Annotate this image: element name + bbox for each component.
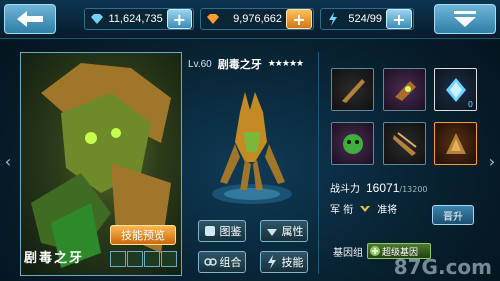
skill-icon-3[interactable] <box>144 251 160 267</box>
hero-name: 剧毒之牙 <box>24 251 85 266</box>
skills-button[interactable]: 技能 <box>260 251 308 273</box>
power-label: 战斗力 <box>330 184 360 195</box>
illustration-button[interactable]: 图鉴 <box>198 220 246 242</box>
equip-slot-2[interactable] <box>383 68 426 111</box>
promote-button[interactable]: 晋升 <box>432 205 474 225</box>
gem-resource: 9,976,662 + <box>200 8 314 30</box>
attributes-label: 属性 <box>281 225 304 238</box>
back-arrow-icon <box>17 11 43 27</box>
poison-skull-icon <box>342 133 363 154</box>
equip-slot-5[interactable] <box>383 122 426 165</box>
book-icon <box>204 226 215 236</box>
crystal-resource: 11,624,735 + <box>84 8 194 30</box>
next-hero-arrow[interactable]: › <box>486 150 498 172</box>
gauntlet-icon <box>394 80 416 101</box>
rank-label: 军 衔 <box>330 205 354 216</box>
energy-value: 524/99 <box>348 13 382 25</box>
hero-stars: ★★★★★ <box>267 59 304 69</box>
crystal-value: 11,624,735 <box>108 13 163 25</box>
lightning-icon <box>325 11 341 27</box>
skill-icon-1[interactable] <box>110 251 126 267</box>
hero-header: Lv.60 剧毒之牙 ★★★★★ <box>188 56 304 72</box>
watermark: 87G.com <box>393 255 492 279</box>
equip-slot-3[interactable]: 0 <box>434 68 477 111</box>
plus-circle-icon <box>370 246 380 256</box>
add-crystal-button[interactable]: + <box>166 9 192 29</box>
combo-button[interactable]: 组合 <box>198 251 246 273</box>
skills-label: 技能 <box>281 256 304 269</box>
panel-divider <box>318 52 319 274</box>
hero-level: Lv.60 <box>188 58 212 70</box>
add-gem-button[interactable]: + <box>286 9 312 29</box>
chevron-down-icon <box>454 11 476 27</box>
rank-value: 准将 <box>377 205 398 216</box>
hero-3d-model[interactable] <box>195 72 310 212</box>
add-energy-button[interactable]: + <box>386 9 412 29</box>
lightning-icon <box>267 255 276 269</box>
skill-preview-button[interactable]: 技能预览 <box>110 225 176 245</box>
crystal-shard-count: 0 <box>467 100 473 109</box>
equip-slot-6[interactable] <box>434 122 477 165</box>
energy-resource: 524/99 + <box>320 8 414 30</box>
menu-button[interactable] <box>434 4 496 34</box>
arrow-down-icon <box>266 229 277 236</box>
armor-plate-icon <box>445 132 466 154</box>
previous-hero-arrow[interactable]: ‹ <box>2 150 14 172</box>
back-button[interactable] <box>4 4 56 34</box>
chain-icon <box>203 258 217 266</box>
hero-title: 剧毒之牙 <box>217 58 262 71</box>
crystal-icon <box>89 11 105 27</box>
claw-weapon-icon <box>341 78 365 103</box>
equip-slot-4[interactable] <box>331 122 374 165</box>
gem-icon <box>205 11 221 27</box>
power-row: 战斗力 16071/13200 <box>330 180 475 195</box>
blade-claw-icon <box>392 131 417 156</box>
rank-badge-icon <box>360 205 371 212</box>
illustration-label: 图鉴 <box>219 225 242 238</box>
gene-label: 基因组 <box>333 247 363 259</box>
skill-icon-2[interactable] <box>127 251 143 267</box>
power-max: /13200 <box>399 185 428 194</box>
combo-label: 组合 <box>219 256 242 269</box>
equip-slot-1[interactable] <box>331 68 374 111</box>
skill-icon-4[interactable] <box>161 251 177 267</box>
crystal-shard-icon <box>445 77 466 102</box>
power-value: 16071 <box>366 181 400 195</box>
attributes-button[interactable]: 属性 <box>260 220 308 242</box>
gem-value: 9,976,662 <box>233 13 282 25</box>
